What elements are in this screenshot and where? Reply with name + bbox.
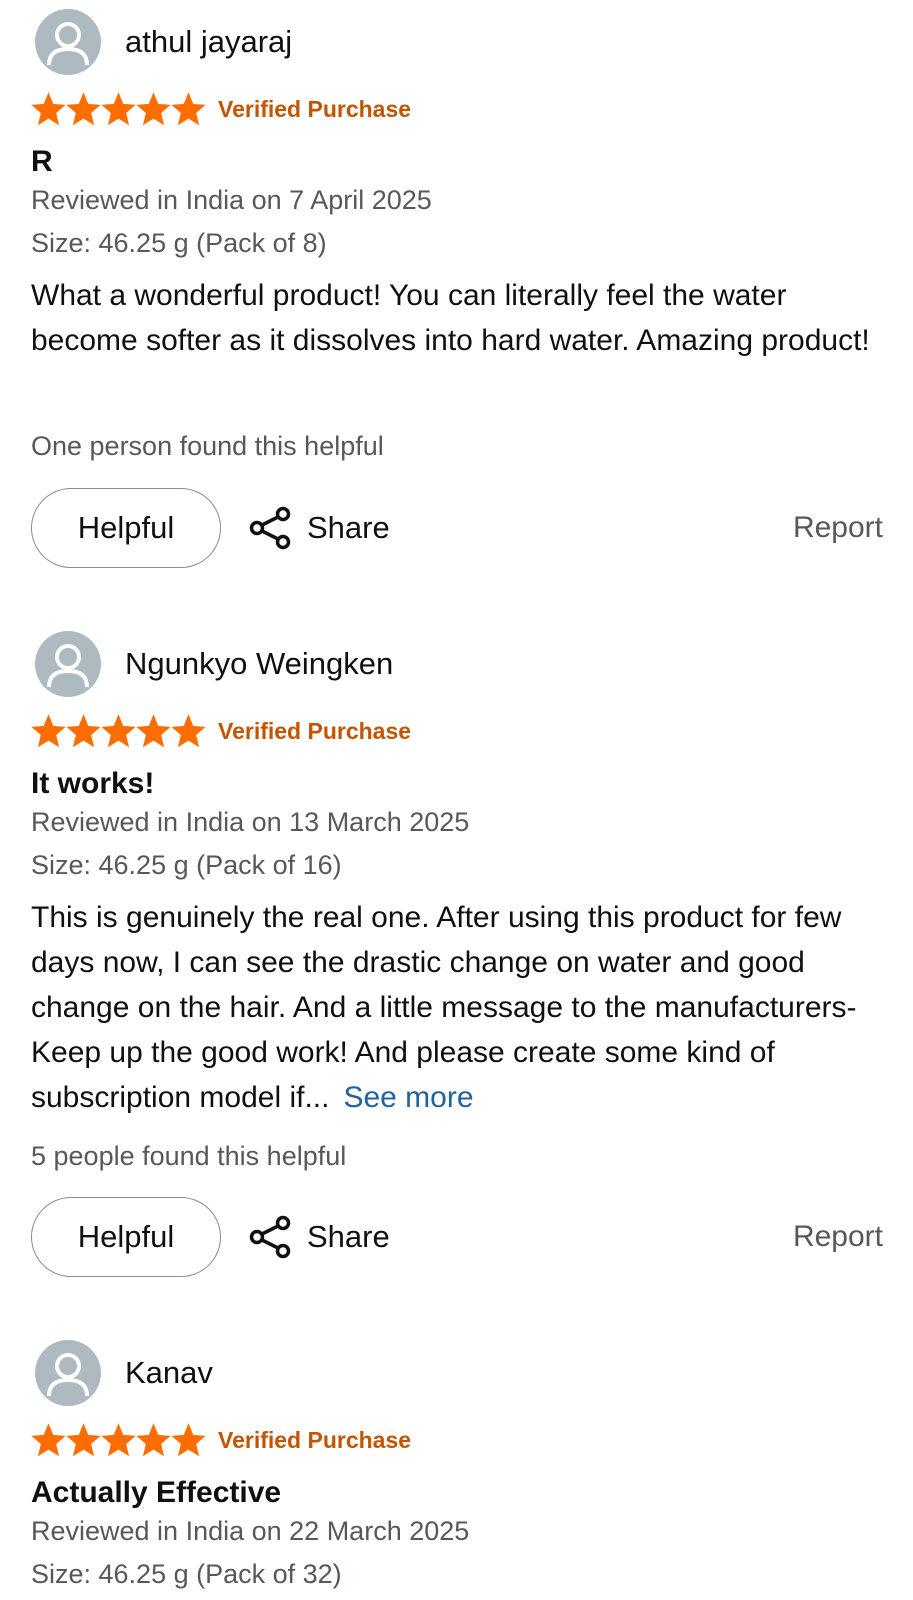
- author-name: Ngunkyo Weingken: [125, 646, 394, 681]
- star-icon: [101, 713, 136, 747]
- verified-purchase-badge: Verified Purchase: [218, 1426, 412, 1453]
- see-more-link[interactable]: See more: [343, 1081, 473, 1114]
- author-name: Kanav: [125, 1355, 213, 1390]
- star-rating[interactable]: [31, 711, 206, 751]
- review-date: Reviewed in India on 7 April 2025: [31, 185, 432, 215]
- review-actions: Helpful Share Report: [31, 488, 883, 572]
- review-body-text: What a wonderful product! You can litera…: [31, 279, 870, 357]
- star-icon: [66, 91, 101, 125]
- helpful-button[interactable]: Helpful: [31, 488, 221, 568]
- share-icon: [249, 506, 291, 550]
- user-avatar-icon: [35, 9, 101, 75]
- review-author[interactable]: athul jayaraj: [35, 9, 292, 75]
- star-icon: [171, 1422, 206, 1456]
- star-icon: [66, 1422, 101, 1456]
- review-body: This is genuinely the real one. After us…: [31, 895, 881, 1120]
- verified-purchase-badge: Verified Purchase: [218, 95, 412, 122]
- review-author[interactable]: Kanav: [35, 1340, 213, 1406]
- star-icon: [136, 1422, 171, 1456]
- star-icon: [101, 91, 136, 125]
- review-date: Reviewed in India on 13 March 2025: [31, 807, 470, 837]
- star-rating[interactable]: [31, 89, 206, 129]
- star-icon: [171, 713, 206, 747]
- star-icon: [101, 1422, 136, 1456]
- rating-row: Verified Purchase: [31, 89, 411, 129]
- share-button[interactable]: Share: [247, 488, 390, 568]
- review-title: It works!: [31, 767, 155, 800]
- star-icon: [136, 713, 171, 747]
- review-size: Size: 46.25 g (Pack of 16): [31, 850, 342, 880]
- report-link[interactable]: Report: [793, 1197, 883, 1277]
- star-icon: [31, 713, 66, 747]
- star-icon: [66, 713, 101, 747]
- star-rating[interactable]: [31, 1420, 206, 1460]
- review-title: R: [31, 145, 53, 178]
- helpful-count: One person found this helpful: [31, 431, 384, 461]
- helpful-count: 5 people found this helpful: [31, 1141, 347, 1171]
- review-title: Actually Effective: [31, 1476, 282, 1509]
- star-icon: [31, 1422, 66, 1456]
- verified-purchase-badge: Verified Purchase: [218, 717, 412, 744]
- user-avatar-icon: [35, 1340, 101, 1406]
- star-icon: [31, 91, 66, 125]
- review-actions: Helpful Share Report: [31, 1197, 883, 1281]
- review-author[interactable]: Ngunkyo Weingken: [35, 631, 393, 697]
- review-date: Reviewed in India on 22 March 2025: [31, 1516, 470, 1546]
- star-icon: [171, 91, 206, 125]
- user-avatar-icon: [35, 631, 101, 697]
- share-label: Share: [307, 1219, 390, 1254]
- share-icon: [249, 1215, 291, 1259]
- review-size: Size: 46.25 g (Pack of 8): [31, 228, 327, 258]
- share-label: Share: [307, 510, 390, 545]
- author-name: athul jayaraj: [125, 24, 293, 59]
- helpful-button[interactable]: Helpful: [31, 1197, 221, 1277]
- review-size: Size: 46.25 g (Pack of 32): [31, 1559, 342, 1589]
- rating-row: Verified Purchase: [31, 711, 411, 751]
- review-body: What a wonderful product! You can litera…: [31, 273, 881, 363]
- share-button[interactable]: Share: [247, 1197, 390, 1277]
- report-link[interactable]: Report: [793, 488, 883, 568]
- star-icon: [136, 91, 171, 125]
- rating-row: Verified Purchase: [31, 1420, 411, 1460]
